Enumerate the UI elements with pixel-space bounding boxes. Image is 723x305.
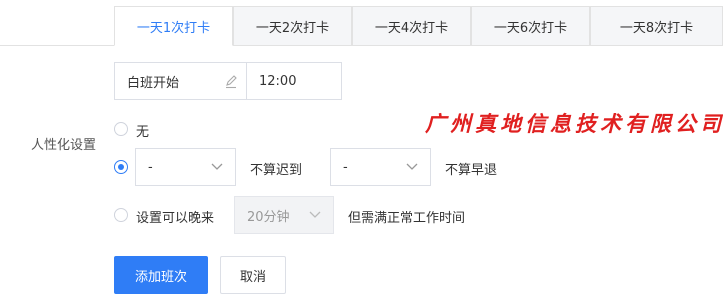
not-late-label: 不算迟到: [250, 163, 303, 178]
chevron-down-icon: [406, 163, 418, 170]
tab-4-punch[interactable]: 一天4次打卡: [352, 6, 471, 46]
tab-1-punch[interactable]: 一天1次打卡: [114, 6, 233, 46]
chevron-down-icon: [211, 163, 223, 170]
late-arrival-select[interactable]: 20分钟: [234, 196, 334, 234]
cancel-button[interactable]: 取消: [220, 256, 286, 294]
late-arrival-label: 设置可以晚来: [136, 211, 215, 226]
tab-6-punch[interactable]: 一天6次打卡: [471, 6, 590, 46]
shift-time-field[interactable]: 12:00: [246, 62, 342, 100]
radio-none[interactable]: [114, 122, 128, 136]
add-shift-button[interactable]: 添加班次: [114, 256, 208, 294]
company-watermark: 广州真地信息技术有限公司: [425, 111, 723, 136]
not-early-label: 不算早退: [445, 163, 498, 178]
pencil-icon[interactable]: [224, 73, 238, 89]
shift-settings-panel: 一天1次打卡 一天2次打卡 一天4次打卡 一天6次打卡 一天8次打卡 白班开始 …: [0, 0, 723, 305]
shift-time-text: 12:00: [259, 73, 297, 89]
late-threshold-select[interactable]: -: [135, 148, 236, 186]
radio-late-arrival[interactable]: [114, 208, 128, 222]
chevron-down-icon: [309, 211, 321, 218]
early-threshold-value: -: [343, 159, 348, 175]
radio-late-early[interactable]: [114, 160, 128, 174]
late-threshold-value: -: [148, 159, 153, 175]
shift-name-field[interactable]: 白班开始: [114, 62, 246, 100]
late-arrival-suffix: 但需满正常工作时间: [348, 211, 466, 226]
radio-none-label: 无: [136, 125, 150, 140]
early-threshold-select[interactable]: -: [330, 148, 431, 186]
tab-8-punch[interactable]: 一天8次打卡: [590, 6, 723, 46]
humanize-settings-label: 人性化设置: [31, 138, 97, 153]
shift-name-text: 白班开始: [127, 75, 180, 91]
tab-2-punch[interactable]: 一天2次打卡: [233, 6, 352, 46]
late-arrival-value: 20分钟: [247, 209, 290, 225]
